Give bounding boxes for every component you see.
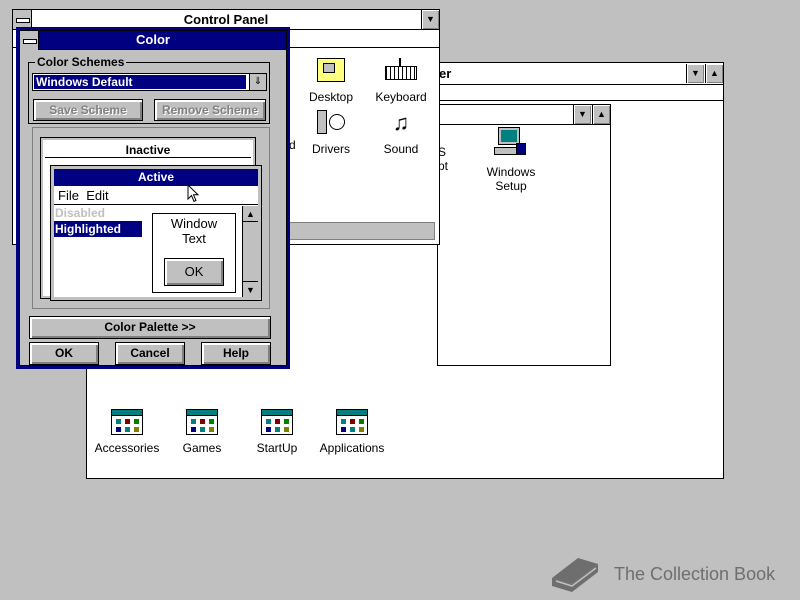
- help-button[interactable]: Help: [201, 342, 271, 365]
- group-label: Accessories: [94, 441, 160, 455]
- color-schemes-label: Color Schemes: [35, 55, 127, 69]
- partial-icon[interactable]: S pt: [438, 145, 458, 173]
- group-applications[interactable]: Applications: [317, 409, 387, 455]
- color-dialog-system-menu[interactable]: [20, 31, 39, 50]
- preview-menubar: File Edit: [54, 186, 258, 205]
- scheme-value: Windows Default: [34, 75, 246, 89]
- program-group-icon: [111, 409, 143, 435]
- partial-label-line2: pt: [438, 159, 449, 173]
- watermark-text: The Collection Book: [614, 564, 776, 584]
- color-palette-button[interactable]: Color Palette >>: [29, 316, 271, 339]
- book-icon: [548, 552, 602, 594]
- control-panel-title: Control Panel: [183, 12, 269, 27]
- watermark: The Collection Book: [548, 550, 788, 596]
- keyboard-label: Keyboard: [375, 90, 427, 104]
- group-label: StartUp: [256, 441, 298, 455]
- drivers-label: Drivers: [312, 142, 350, 156]
- scroll-down-icon: ▼: [243, 281, 258, 297]
- mouse-cursor-icon: [187, 183, 201, 207]
- keyboard-icon: [385, 58, 417, 86]
- save-scheme-button[interactable]: Save Scheme: [33, 99, 143, 121]
- sound-label: Sound: [383, 142, 419, 156]
- preview-inactive-title: Inactive: [45, 142, 251, 158]
- scheme-dropdown[interactable]: Windows Default ⇓: [32, 73, 267, 91]
- group-games[interactable]: Games: [172, 409, 232, 455]
- windows-setup-icon[interactable]: Windows Setup: [478, 127, 544, 193]
- partial-label-line1: S: [438, 145, 447, 159]
- sound-icon-item[interactable]: ♫ Sound: [375, 108, 427, 156]
- dropdown-arrow-icon[interactable]: ⇓: [249, 74, 266, 90]
- remove-scheme-button[interactable]: Remove Scheme: [154, 99, 266, 121]
- preview-active-title: Active: [54, 169, 258, 186]
- maximize-button[interactable]: ▲: [705, 64, 723, 83]
- group-startup[interactable]: StartUp: [247, 409, 307, 455]
- cancel-button[interactable]: Cancel: [115, 342, 185, 365]
- program-manager-title: er: [439, 66, 452, 81]
- ok-button[interactable]: OK: [29, 342, 99, 365]
- desktop-label: Desktop: [308, 90, 354, 104]
- group-label: Games: [182, 441, 222, 455]
- drivers-icon-item[interactable]: Drivers: [305, 108, 357, 156]
- preview-highlighted-text: Highlighted: [54, 221, 142, 237]
- preview-menu-edit: Edit: [86, 188, 109, 203]
- preview-scrollbar: ▲ ▼: [242, 206, 258, 297]
- computer-icon: [494, 127, 528, 161]
- preview-area[interactable]: Inactive Active File Edit Disabled Highl…: [32, 127, 270, 309]
- color-dialog-titlebar[interactable]: Color: [20, 31, 286, 50]
- drivers-icon: [315, 108, 347, 138]
- control-panel-minimize-button[interactable]: ▼: [421, 10, 439, 29]
- color-dialog-title: Color: [136, 32, 170, 47]
- preview-window-text-box: Window Text OK: [152, 213, 236, 293]
- color-dialog[interactable]: Color Color Schemes Windows Default ⇓ Sa…: [16, 27, 290, 369]
- group-label: Applications: [319, 441, 385, 455]
- partial-icon-label: d: [289, 138, 296, 152]
- minimize-button[interactable]: ▼: [686, 64, 704, 83]
- program-group-icon: [261, 409, 293, 435]
- windows-setup-label-2: Setup: [495, 179, 527, 193]
- main-group-maximize-button[interactable]: ▲: [592, 105, 610, 124]
- main-group-window[interactable]: ▼ ▲ S pt Windows Setup: [437, 104, 611, 366]
- control-panel-statusbar: [283, 222, 435, 240]
- preview-ok-button: OK: [164, 258, 224, 286]
- preview-disabled-text: Disabled: [55, 206, 106, 220]
- main-group-minimize-button[interactable]: ▼: [573, 105, 591, 124]
- windows-setup-label-1: Windows: [486, 165, 536, 179]
- program-group-icon: [336, 409, 368, 435]
- desktop-icon-item[interactable]: Desktop: [303, 58, 359, 104]
- preview-window-text-2: Text: [182, 231, 206, 246]
- program-group-icon: [186, 409, 218, 435]
- desktop-icon: [315, 58, 347, 86]
- keyboard-icon-item[interactable]: Keyboard: [373, 58, 429, 104]
- preview-window-text-1: Window: [170, 216, 218, 231]
- sound-icon: ♫: [392, 110, 410, 135]
- group-accessories[interactable]: Accessories: [87, 409, 167, 455]
- preview-active-window: Active File Edit Disabled Highlighted Wi…: [50, 165, 262, 301]
- preview-menu-file: File: [58, 188, 79, 203]
- scroll-up-icon: ▲: [243, 206, 258, 222]
